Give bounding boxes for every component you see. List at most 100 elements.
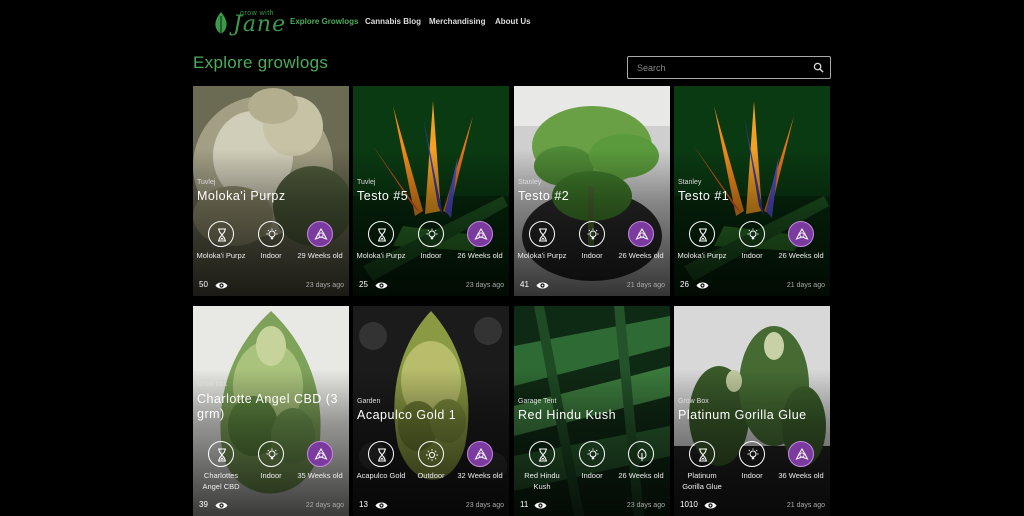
- growlog-card[interactable]: Tuvlej Moloka'i Purpz Moloka'i Purpz Ind…: [193, 86, 349, 296]
- card-title: Charlotte Angel CBD (3 grm): [197, 392, 338, 421]
- view-count: 13: [359, 500, 368, 509]
- updated-time: 21 days ago: [626, 282, 665, 289]
- updated-time: 23 days ago: [465, 282, 504, 289]
- search-box[interactable]: [627, 56, 831, 79]
- logo[interactable]: grow with Jane: [214, 8, 285, 37]
- search-input[interactable]: [637, 61, 807, 75]
- age-stat: 26 Weeks old: [775, 221, 827, 261]
- updated-time: 23 days ago: [626, 502, 665, 509]
- age-label: 35 Weeks old: [297, 471, 343, 480]
- growlog-card[interactable]: Tuvlej Testo #5 Moloka'i Purpz Indoor 26…: [353, 86, 509, 296]
- tree-icon: [628, 441, 654, 467]
- cannabis-icon: [307, 441, 333, 467]
- eye-icon: [375, 282, 388, 289]
- eye-icon: [375, 502, 388, 509]
- view-count: 11: [520, 500, 529, 509]
- growlog-card[interactable]: Stanley Testo #1 Moloka'i Purpz Indoor 2…: [674, 86, 830, 296]
- environment-stat: Indoor: [245, 441, 297, 481]
- growlog-card[interactable]: Grow box Charlotte Angel CBD (3 grm) Cha…: [193, 306, 349, 516]
- environment-stat: Indoor: [405, 221, 457, 261]
- view-count: 1010: [680, 500, 698, 509]
- cannabis-icon: [467, 221, 493, 247]
- environment-stat: Indoor: [566, 221, 618, 261]
- age-stat: 36 Weeks old: [775, 441, 827, 481]
- age-label: 32 Weeks old: [457, 471, 503, 480]
- view-count: 41: [520, 280, 529, 289]
- updated-time: 22 days ago: [305, 502, 344, 509]
- environment-stat: Indoor: [726, 441, 778, 481]
- growlog-card[interactable]: Garden Acapulco Gold 1 Acapulco Gold Out…: [353, 306, 509, 516]
- strain-stat: Platinum Gorilla Glue: [676, 441, 728, 492]
- age-stat: 26 Weeks old: [615, 221, 667, 261]
- card-title: Testo #1: [678, 189, 730, 203]
- card-location: Stanley: [678, 179, 702, 186]
- lightbulb-icon: [258, 441, 284, 467]
- lightbulb-icon: [739, 221, 765, 247]
- card-location: Grow box: [197, 381, 227, 388]
- page-title: Explore growlogs: [193, 53, 329, 72]
- hourglass-icon: [208, 221, 234, 247]
- card-location: Grow Box: [678, 398, 709, 405]
- card-title: Red Hindu Kush: [518, 408, 617, 422]
- logo-wordmark: Jane: [233, 12, 287, 37]
- nav-cannabis-blog[interactable]: Cannabis Blog: [365, 17, 421, 26]
- lightbulb-icon: [418, 221, 444, 247]
- age-stat: 35 Weeks old: [294, 441, 346, 481]
- cannabis-icon: [467, 441, 493, 467]
- hourglass-icon: [208, 441, 234, 467]
- eye-icon: [534, 502, 547, 509]
- growlog-card[interactable]: Stanley Testo #2 Moloka'i Purpz Indoor 2…: [514, 86, 670, 296]
- card-title: Moloka'i Purpz: [197, 189, 286, 203]
- eye-icon: [536, 282, 549, 289]
- hourglass-icon: [689, 441, 715, 467]
- view-count: 39: [199, 500, 208, 509]
- strain-stat: Moloka'i Purpz: [676, 221, 728, 261]
- search-icon[interactable]: [813, 62, 824, 73]
- updated-time: 23 days ago: [305, 282, 344, 289]
- card-title: Acapulco Gold 1: [357, 408, 457, 422]
- card-location: Garden: [357, 398, 381, 405]
- cannabis-icon: [628, 221, 654, 247]
- environment-label: Indoor: [741, 471, 763, 480]
- strain-label: Moloka'i Purpz: [677, 251, 727, 260]
- card-location: Stanley: [518, 179, 542, 186]
- nav-explore-growlogs[interactable]: Explore Growlogs: [290, 17, 358, 26]
- leaf-logo-icon: [215, 12, 227, 34]
- environment-label: Indoor: [581, 251, 603, 260]
- hourglass-icon: [368, 441, 394, 467]
- environment-label: Indoor: [581, 471, 603, 480]
- strain-stat: Red Hindu Kush: [516, 441, 568, 492]
- strain-stat: Charlottes Angel CBD: [195, 441, 247, 492]
- strain-stat: Moloka'i Purpz: [355, 221, 407, 261]
- eye-icon: [215, 282, 228, 289]
- environment-label: Indoor: [260, 471, 282, 480]
- age-label: 26 Weeks old: [618, 251, 664, 260]
- view-count: 50: [199, 280, 208, 289]
- age-stat: 32 Weeks old: [454, 441, 506, 481]
- environment-label: Outdoor: [417, 471, 445, 480]
- age-stat: 29 Weeks old: [294, 221, 346, 261]
- strain-label: Charlottes Angel CBD: [202, 471, 240, 491]
- view-count: 25: [359, 280, 368, 289]
- strain-label: Moloka'i Purpz: [517, 251, 567, 260]
- strain-label: Red Hindu Kush: [524, 471, 560, 491]
- top-nav: grow with Jane Explore Growlogs Cannabis…: [0, 0, 1024, 44]
- growlog-card[interactable]: Garage Tent Red Hindu Kush Red Hindu Kus…: [514, 306, 670, 516]
- environment-stat: Indoor: [566, 441, 618, 481]
- card-title: Testo #2: [518, 189, 570, 203]
- strain-stat: Moloka'i Purpz: [516, 221, 568, 261]
- strain-label: Moloka'i Purpz: [356, 251, 406, 260]
- strain-stat: Acapulco Gold: [355, 441, 407, 481]
- card-title: Platinum Gorilla Glue: [678, 408, 807, 422]
- age-label: 26 Weeks old: [457, 251, 503, 260]
- environment-stat: Indoor: [726, 221, 778, 261]
- environment-label: Indoor: [420, 251, 442, 260]
- nav-merchandising[interactable]: Merchandising: [429, 17, 485, 26]
- growlog-card[interactable]: Grow Box Platinum Gorilla Glue Platinum …: [674, 306, 830, 516]
- nav-about-us[interactable]: About Us: [495, 17, 531, 26]
- age-stat: 26 Weeks old: [454, 221, 506, 261]
- hourglass-icon: [689, 221, 715, 247]
- strain-label: Acapulco Gold: [356, 471, 406, 480]
- environment-label: Indoor: [260, 251, 282, 260]
- lightbulb-icon: [739, 441, 765, 467]
